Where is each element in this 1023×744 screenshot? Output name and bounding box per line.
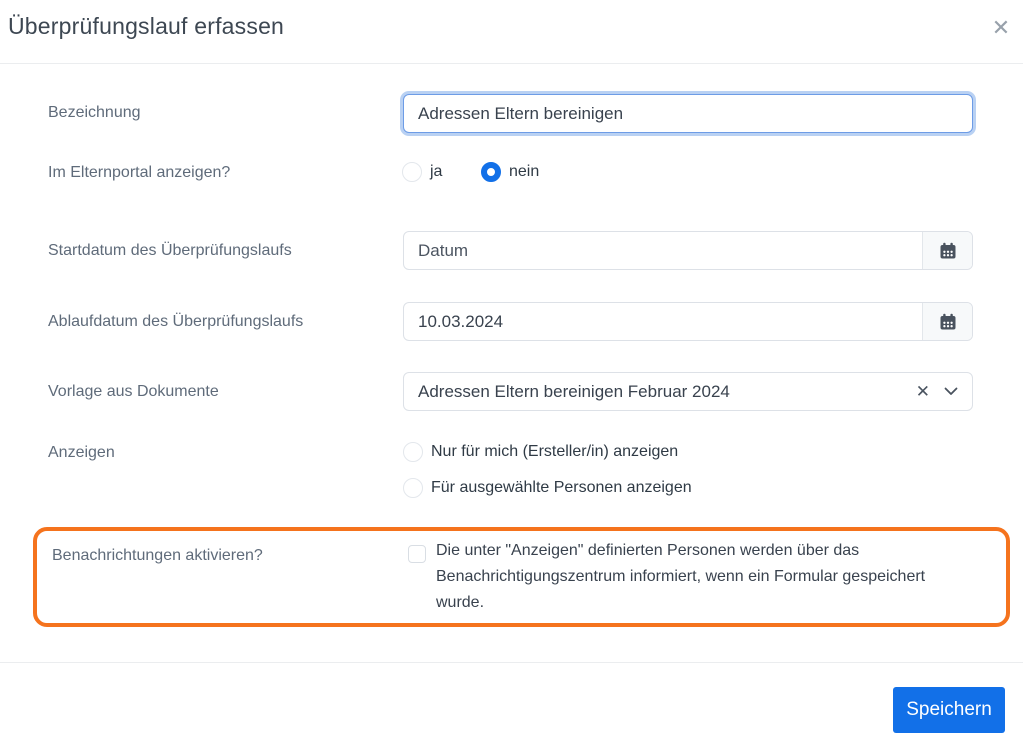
ablaufdatum-calendar-button[interactable] [922, 303, 972, 340]
anzeigen-radio-nur-fuer-mich[interactable]: Nur für mich (Ersteller/in) anzeigen [403, 442, 678, 462]
vorlage-selected-value: Adressen Eltern bereinigen Februar 2024 [418, 381, 730, 401]
anzeigen-radio-ausgewaehlte-personen[interactable]: Für ausgewählte Personen anzeigen [403, 478, 692, 498]
startdatum-calendar-button[interactable] [922, 232, 972, 269]
close-icon[interactable]: ✕ [985, 12, 1017, 44]
ablaufdatum-label: Ablaufdatum des Überprüfungslaufs [48, 313, 304, 330]
anzeigen-label: Anzeigen [48, 444, 115, 461]
header-divider [0, 63, 1023, 64]
radio-unchecked-icon [403, 442, 423, 462]
elternportal-radio-ja[interactable]: ja [402, 162, 442, 182]
startdatum-label: Startdatum des Überprüfungslaufs [48, 242, 292, 259]
benachrichtigungen-label: Benachrichtungen aktivieren? [52, 547, 263, 564]
footer-divider [0, 662, 1023, 663]
vorlage-label: Vorlage aus Dokumente [48, 383, 219, 400]
radio-unchecked-icon [403, 478, 423, 498]
chevron-down-icon[interactable] [940, 387, 958, 396]
vorlage-select[interactable]: Adressen Eltern bereinigen Februar 2024 … [403, 372, 973, 411]
radio-checked-icon [481, 162, 501, 182]
radio-label-ja: ja [430, 163, 443, 180]
startdatum-input-group [403, 231, 973, 270]
startdatum-input[interactable] [404, 232, 922, 269]
calendar-icon [940, 313, 955, 329]
bezeichnung-input[interactable] [403, 94, 973, 133]
radio-unchecked-icon [402, 162, 422, 182]
radio-label-ausgewaehlte-personen: Für ausgewählte Personen anzeigen [431, 479, 692, 496]
create-review-run-dialog: Überprüfungslauf erfassen ✕ Bezeichnung … [0, 0, 1023, 744]
elternportal-radio-nein[interactable]: nein [481, 162, 539, 182]
calendar-icon [940, 242, 955, 258]
radio-label-nein: nein [509, 163, 540, 180]
bezeichnung-label: Bezeichnung [48, 104, 141, 121]
ablaufdatum-input[interactable] [404, 303, 922, 340]
elternportal-label: Im Elternportal anzeigen? [48, 164, 231, 181]
dialog-title: Überprüfungslauf erfassen [8, 13, 285, 39]
save-button[interactable]: Speichern [893, 687, 1005, 733]
clear-icon[interactable]: ✕ [906, 382, 940, 402]
notification-highlight-box: Benachrichtungen aktivieren? Die unter "… [33, 527, 1010, 627]
ablaufdatum-input-group [403, 302, 973, 341]
benachrichtigungen-checkbox-text: Die unter "Anzeigen" definierten Persone… [436, 542, 926, 611]
benachrichtigungen-checkbox[interactable] [408, 545, 426, 563]
radio-label-nur-fuer-mich: Nur für mich (Ersteller/in) anzeigen [431, 443, 679, 460]
